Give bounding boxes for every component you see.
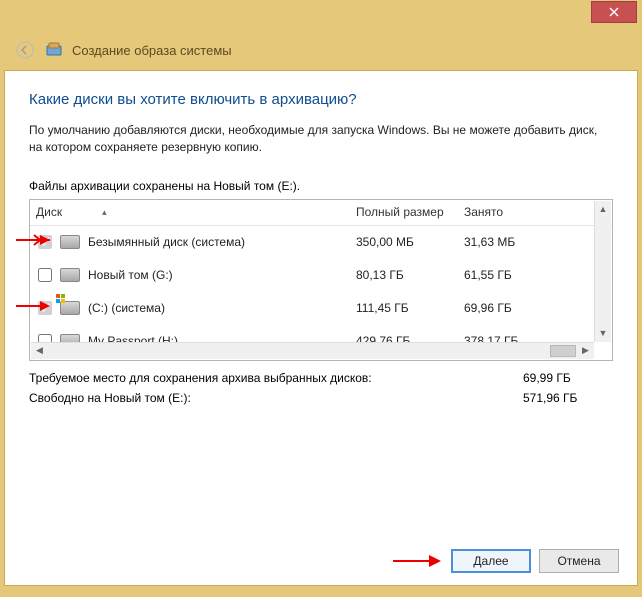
scroll-thumb[interactable] [550, 345, 576, 357]
column-header-size[interactable]: Полный размер [350, 205, 458, 219]
table-header: Диск ▴ Полный размер Занято [30, 200, 612, 226]
window-chrome: Создание образа системы Какие диски вы х… [0, 0, 642, 597]
column-header-disk-label: Диск [36, 205, 62, 219]
vertical-scrollbar[interactable]: ▲ ▼ [594, 201, 611, 342]
window-title: Создание образа системы [72, 43, 232, 58]
wizard-footer: Далее Отмена [5, 537, 637, 585]
back-arrow-icon [16, 41, 34, 59]
disk-size: 350,00 МБ [350, 235, 458, 249]
scroll-left-icon[interactable]: ◀ [31, 343, 48, 359]
disk-name: Безымянный диск (система) [88, 235, 245, 249]
close-icon [609, 7, 619, 17]
disk-checkbox[interactable] [38, 268, 52, 282]
disk-name: (C:) (система) [88, 301, 165, 315]
close-button[interactable] [591, 1, 637, 23]
column-header-used[interactable]: Занято [458, 205, 558, 219]
disk-checkbox [38, 235, 52, 249]
required-space-value: 69,99 ГБ [523, 371, 613, 385]
table-row[interactable]: (C:) (система) 111,45 ГБ69,96 ГБ [30, 292, 612, 325]
scroll-right-icon[interactable]: ▶ [577, 343, 594, 359]
wizard-header: Создание образа системы [4, 30, 638, 70]
page-heading: Какие диски вы хотите включить в архивац… [29, 91, 613, 108]
table-row[interactable]: Безымянный диск (система) 350,00 МБ31,63 … [30, 226, 612, 259]
titlebar [4, 0, 638, 30]
disk-size: 80,13 ГБ [350, 268, 458, 282]
disk-size: 111,45 ГБ [350, 301, 458, 315]
wizard-body: Какие диски вы хотите включить в архивац… [4, 70, 638, 586]
horizontal-scrollbar[interactable]: ◀ ▶ [31, 342, 594, 359]
drive-icon [60, 301, 80, 315]
back-button[interactable] [14, 39, 36, 61]
table-row[interactable]: Новый том (G:) 80,13 ГБ61,55 ГБ [30, 259, 612, 292]
disk-used: 31,63 МБ [458, 235, 558, 249]
cancel-button[interactable]: Отмена [539, 549, 619, 573]
drive-icon [60, 235, 80, 249]
scroll-down-icon[interactable]: ▼ [595, 325, 611, 342]
free-space-value: 571,96 ГБ [523, 391, 613, 405]
scroll-up-icon[interactable]: ▲ [595, 201, 611, 218]
disk-name: Новый том (G:) [88, 268, 173, 282]
required-space-label: Требуемое место для сохранения архива вы… [29, 371, 523, 385]
next-button[interactable]: Далее [451, 549, 531, 573]
sort-indicator-icon: ▴ [102, 207, 107, 218]
summary: Требуемое место для сохранения архива вы… [29, 371, 613, 411]
disk-used: 69,96 ГБ [458, 301, 558, 315]
backup-location-text: Файлы архивации сохранены на Новый том (… [29, 179, 613, 193]
table-body: Безымянный диск (система) 350,00 МБ31,63 … [30, 226, 612, 360]
page-description: По умолчанию добавляются диски, необходи… [29, 122, 613, 157]
column-header-disk[interactable]: Диск ▴ [30, 205, 350, 219]
disk-used: 61,55 ГБ [458, 268, 558, 282]
disk-checkbox [38, 301, 52, 315]
free-space-label: Свободно на Новый том (E:): [29, 391, 523, 405]
annotation-arrow-icon [393, 554, 441, 568]
disk-table: Диск ▴ Полный размер Занято Безымянный д… [29, 199, 613, 361]
app-icon [46, 42, 62, 58]
drive-icon [60, 268, 80, 282]
